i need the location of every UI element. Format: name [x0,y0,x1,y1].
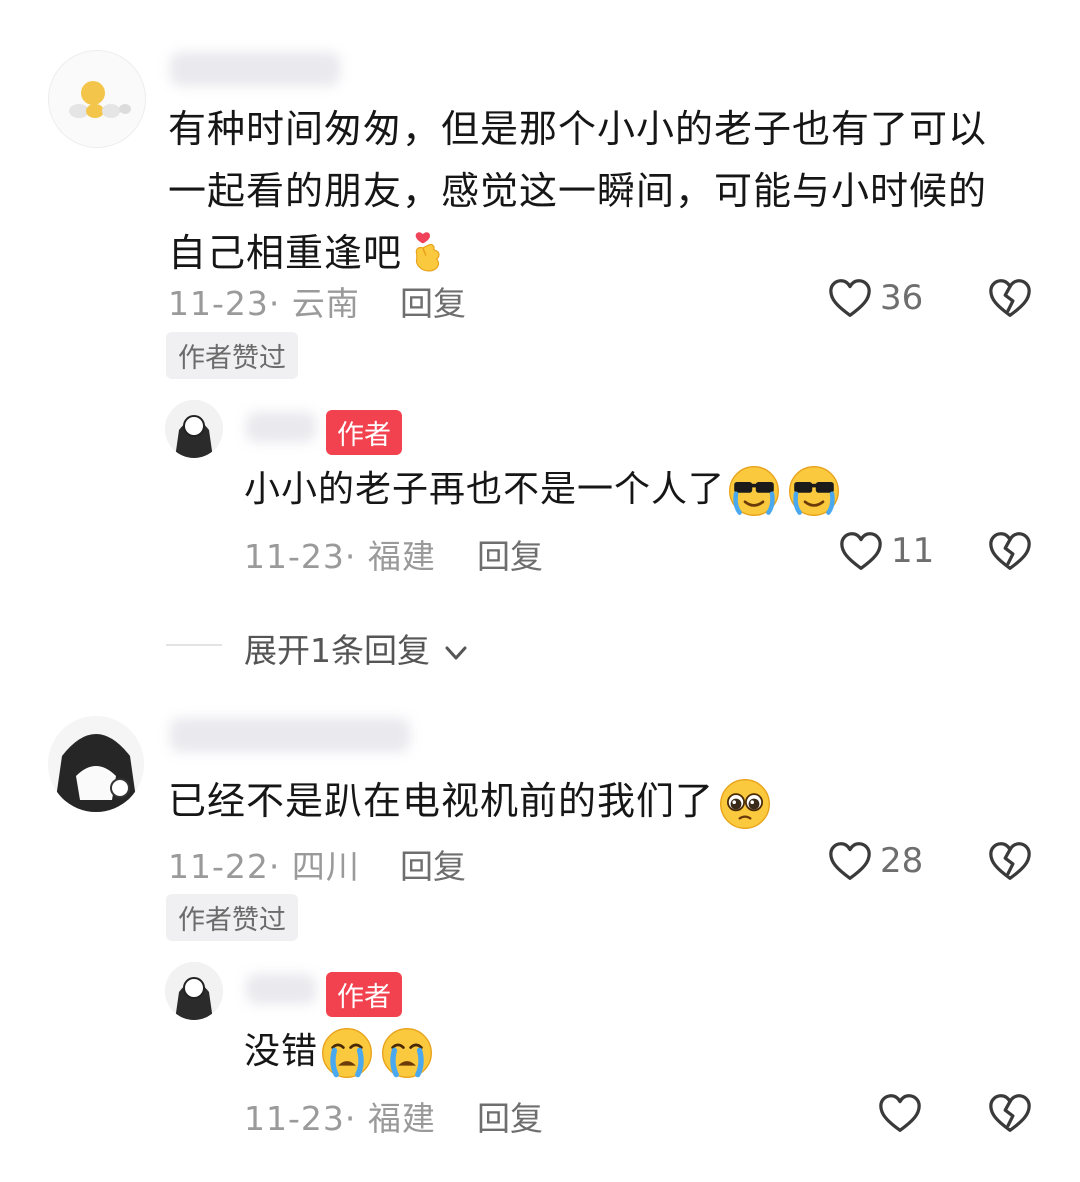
reply-text: 小小的老子再也不是一个人了 [244,462,841,518]
cartoon-avatar-icon [49,51,145,147]
anime-avatar-icon [48,716,144,812]
crying-face-emoji-icon [320,1026,374,1080]
finger-heart-emoji-icon [406,225,452,277]
comment-date-location: 11-23· 云南 [168,284,360,323]
author-name-blurred[interactable] [246,412,316,442]
author-badge: 作者 [326,410,402,455]
broken-heart-icon[interactable] [987,1091,1033,1137]
anime-avatar-icon [165,400,223,458]
broken-heart-icon[interactable] [987,276,1033,322]
reply-button[interactable]: 回复 [400,840,466,888]
commenter-avatar[interactable] [48,716,144,812]
like-count: 11 [891,531,935,571]
commenter-avatar[interactable] [48,50,146,148]
anime-avatar-icon [165,962,223,1020]
commenter-name-blurred[interactable] [170,52,340,86]
comment-text: 已经不是趴在电视机前的我们了 [168,770,772,832]
cool-crying-emoji-icon [787,464,841,518]
comment-date-location: 11-22· 四川 [168,847,360,886]
like-count: 36 [880,278,924,318]
reply-text: 没错 [244,1024,434,1080]
expand-replies-button[interactable]: 展开1条回复 [244,624,471,672]
expand-replies-label: 展开1条回复 [244,631,430,670]
divider-line [166,644,222,646]
author-avatar[interactable] [165,400,223,458]
heart-outline-icon[interactable] [838,529,884,575]
author-badge: 作者 [326,972,402,1017]
cool-crying-emoji-icon [727,464,781,518]
broken-heart-icon[interactable] [987,839,1033,885]
heart-outline-icon[interactable] [827,276,873,322]
broken-heart-icon[interactable] [987,529,1033,575]
reply-button[interactable]: 回复 [477,530,543,578]
reply-date-location: 11-23· 福建 [244,1099,436,1138]
heart-outline-icon[interactable] [827,839,873,885]
crying-face-emoji-icon [380,1026,434,1080]
reply-button[interactable]: 回复 [477,1092,543,1140]
author-avatar[interactable] [165,962,223,1020]
comment-text: 有种时间匆匆，但是那个小小的老子也有了可以 一起看的朋友，感觉这一瞬间，可能与小… [168,107,988,277]
chevron-down-icon [445,646,466,659]
reply-date-location: 11-23· 福建 [244,537,436,576]
heart-outline-icon[interactable] [877,1091,923,1137]
reply-button[interactable]: 回复 [400,277,466,325]
author-liked-badge: 作者赞过 [166,332,298,379]
commenter-name-blurred[interactable] [170,718,410,752]
author-name-blurred[interactable] [246,974,316,1004]
author-liked-badge: 作者赞过 [166,894,298,941]
like-count: 28 [880,841,924,881]
pleading-face-emoji-icon [718,777,772,831]
